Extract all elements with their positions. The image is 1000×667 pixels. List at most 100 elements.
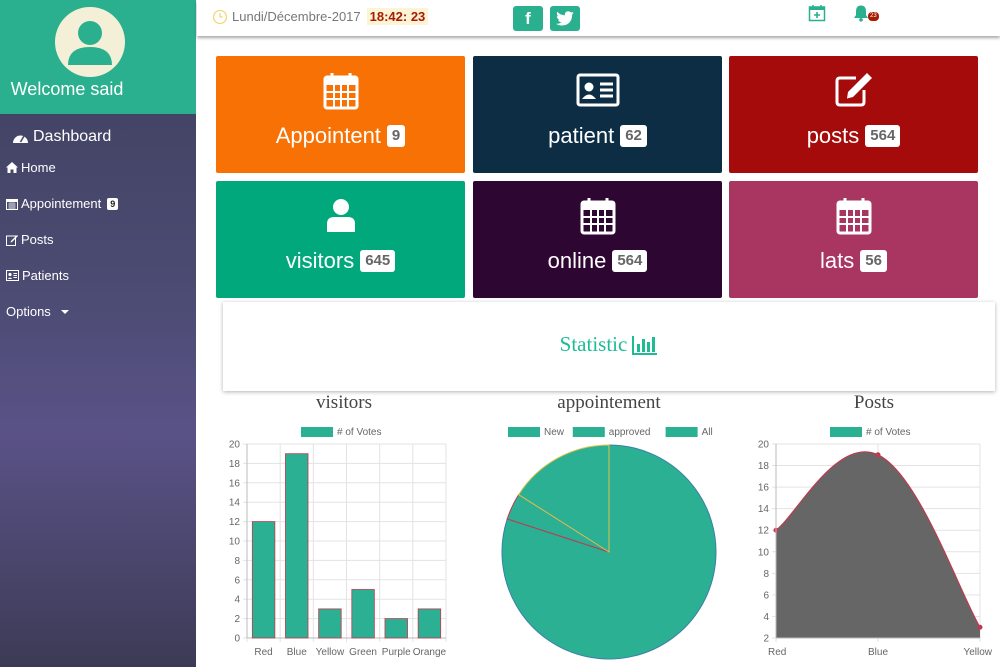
y-tick-label: 2	[763, 634, 769, 645]
sidebar-dashboard[interactable]: Dashboard	[12, 128, 111, 146]
x-tick-label: Green	[349, 647, 377, 658]
calendar-plus-icon	[808, 5, 826, 22]
y-tick-label: 16	[229, 478, 241, 489]
y-tick-label: 0	[234, 634, 240, 645]
calendar-add-button[interactable]	[808, 4, 826, 27]
legend-label: All	[702, 427, 713, 438]
legend-label: # of Votes	[866, 427, 910, 438]
tile-appointent[interactable]: Appointent 9	[216, 56, 465, 173]
home-icon	[6, 162, 18, 173]
user-icon	[216, 198, 465, 232]
edit-icon	[729, 72, 978, 108]
tile-online[interactable]: online 564	[473, 181, 722, 298]
tile-lats[interactable]: lats 56	[729, 181, 978, 298]
sidebar: Welcome said Dashboard Home Appointement…	[0, 0, 196, 667]
welcome-text: Welcome said	[10, 79, 124, 99]
y-tick-label: 12	[229, 517, 241, 528]
legend-label: New	[544, 427, 565, 438]
profile-header: Welcome said	[0, 0, 196, 114]
legend-swatch	[665, 427, 698, 437]
y-tick-label: 8	[234, 556, 240, 567]
bar	[318, 608, 342, 639]
y-tick-label: 16	[758, 483, 770, 494]
x-tick-label: Blue	[868, 647, 888, 658]
legend-swatch	[301, 427, 333, 437]
x-tick-label: Yellow	[316, 647, 345, 658]
dashboard-label: Dashboard	[33, 128, 112, 145]
sidebar-item-appointement[interactable]: Appointement 9	[6, 196, 119, 211]
tile-label: visitors	[285, 248, 355, 273]
legend-swatch	[830, 427, 862, 437]
legend-label: # of Votes	[337, 427, 381, 438]
tile-label: patient	[548, 123, 615, 148]
tile-label: lats	[820, 248, 855, 273]
statistic-heading: Statistic	[223, 332, 995, 357]
x-tick-label: Red	[254, 647, 272, 658]
visitors-bar-chart: # of Votes 0 2 4 6 8 10 12 14 16 18 20 Red Blue Yellow…	[229, 427, 447, 658]
twitter-button[interactable]	[550, 6, 580, 31]
date-text: Lundi/Décembre-2017	[232, 9, 361, 24]
tile-label-row: Appointent 9	[216, 123, 465, 149]
tile-posts[interactable]: posts 564	[729, 56, 978, 173]
caret-down-icon	[60, 309, 69, 314]
notification-count-badge: 23	[868, 12, 879, 21]
y-tick-label: 20	[758, 440, 770, 451]
tile-count: 564	[612, 250, 648, 272]
appointement-chart-title: appointement	[557, 392, 661, 413]
y-tick-label: 8	[763, 569, 769, 580]
tile-patient[interactable]: patient 62	[473, 56, 722, 173]
tile-count: 56	[860, 250, 887, 272]
bar	[251, 521, 276, 639]
sidebar-item-label: Appointement	[21, 196, 102, 211]
tile-visitors[interactable]: visitors 645	[216, 181, 465, 298]
sidebar-item-options[interactable]: Options	[6, 304, 69, 319]
y-tick-label: 6	[763, 590, 769, 601]
data-point	[977, 624, 983, 630]
calendar-icon	[216, 72, 465, 110]
notifications-button[interactable]: 23	[852, 4, 879, 27]
sidebar-item-posts[interactable]: Posts	[6, 232, 54, 247]
tile-count: 62	[620, 125, 647, 147]
appointement-badge: 9	[107, 197, 119, 210]
tile-count: 645	[360, 250, 396, 272]
time-text: 18:42: 23	[366, 8, 429, 25]
tile-label: Appointent	[275, 123, 381, 148]
bar	[351, 589, 375, 639]
user-avatar-icon	[68, 21, 112, 65]
y-tick-label: 10	[758, 547, 770, 558]
statistic-title: Statistic	[559, 332, 628, 356]
x-tick-label: Orange	[413, 647, 447, 658]
calendar-icon	[729, 197, 978, 235]
sidebar-item-home[interactable]: Home	[6, 160, 56, 175]
tile-label: posts	[806, 123, 860, 148]
visitors-chart-title: visitors	[316, 392, 372, 413]
avatar[interactable]	[55, 7, 125, 77]
posts-area-chart: # of Votes 2 4 6 8 10 12 14 16 18 20 Red Blue Yellow	[758, 427, 993, 658]
facebook-button[interactable]: f	[513, 6, 543, 31]
twitter-icon	[556, 11, 574, 26]
x-tick-label: Red	[768, 647, 786, 658]
y-tick-label: 6	[234, 575, 240, 586]
sidebar-item-label: Posts	[21, 232, 54, 247]
posts-chart-title: Posts	[853, 392, 895, 413]
bell-icon	[854, 5, 868, 22]
tile-label-row: patient 62	[473, 123, 722, 149]
legend-swatch	[572, 427, 605, 437]
clock-icon	[212, 9, 228, 24]
sidebar-item-label: Patients	[22, 268, 69, 283]
sidebar-item-label: Options	[6, 304, 51, 319]
legend-swatch	[508, 427, 540, 437]
sidebar-item-patients[interactable]: Patients	[6, 268, 69, 283]
statistic-card: Statistic	[223, 302, 995, 391]
area-fill	[776, 451, 980, 638]
bar	[417, 608, 442, 639]
y-tick-label: 14	[758, 504, 770, 515]
y-tick-label: 4	[763, 612, 769, 623]
y-tick-label: 18	[229, 459, 241, 470]
bar	[285, 453, 309, 639]
y-tick-label: 12	[758, 526, 770, 537]
bar-chart-icon	[632, 335, 658, 355]
edit-icon	[6, 234, 18, 246]
data-point	[875, 452, 881, 458]
tile-label-row: posts 564	[729, 123, 978, 149]
